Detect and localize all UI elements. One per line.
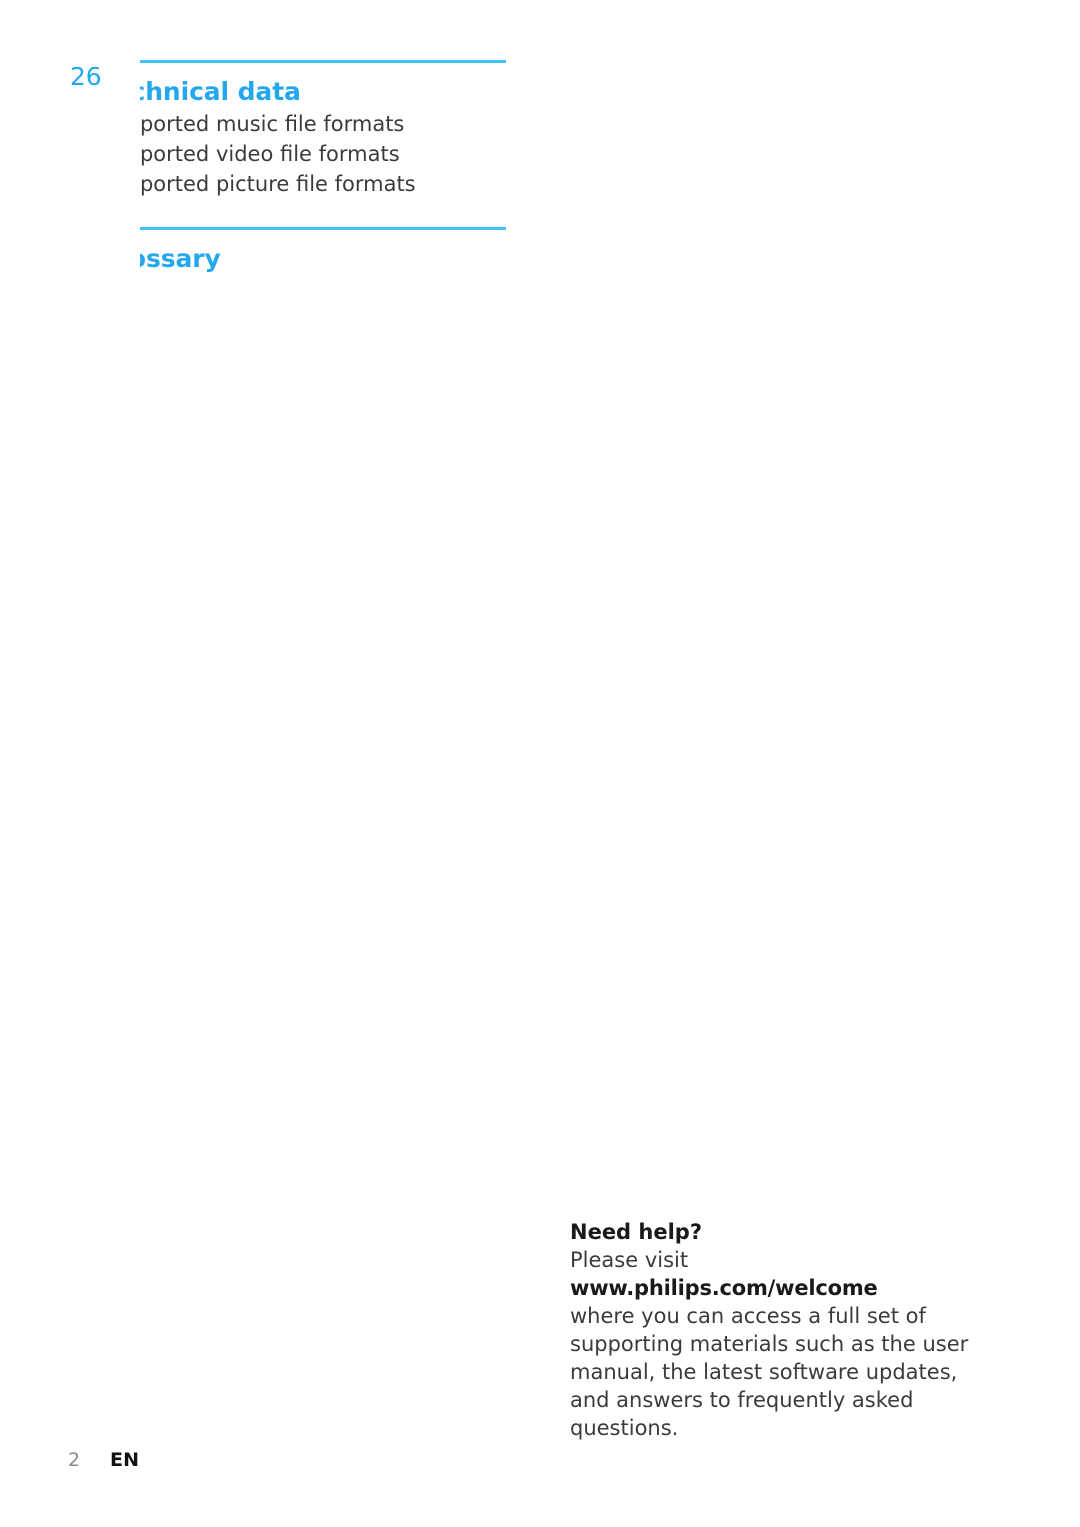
philips-welcome-url[interactable]: www.philips.com/welcome (570, 1274, 1000, 1302)
page-footer: 2 EN (68, 1448, 139, 1472)
need-help-title: Need help? (570, 1220, 703, 1244)
toc-heading-page: 26 (68, 60, 140, 1527)
manual-page: 18 Technical data 25 Supported music fil… (0, 0, 1080, 1527)
toc-group-glossary: 19 Glossary 26 (68, 60, 506, 1527)
toc-heading-label: Glossary (100, 244, 221, 273)
need-help-visit-line: Please visit (570, 1248, 689, 1272)
table-of-contents: 18 Technical data 25 Supported music fil… (68, 60, 506, 1527)
toc-heading-glossary[interactable]: 19 Glossary 26 (68, 60, 506, 1527)
toc-heading-label: Technical data (100, 77, 301, 106)
toc-entry-label: Supported picture file formats (100, 172, 416, 196)
footer-language-code: EN (110, 1449, 140, 1471)
need-help-body-text: where you can access a full set of suppo… (570, 1304, 969, 1440)
need-help-block: Need help? Please visit www.philips.com/… (570, 1218, 1000, 1442)
toc-entry-label: Supported video file formats (100, 142, 400, 166)
toc-entry-label: Supported music file formats (100, 112, 405, 136)
footer-page-number: 2 (68, 1449, 81, 1471)
